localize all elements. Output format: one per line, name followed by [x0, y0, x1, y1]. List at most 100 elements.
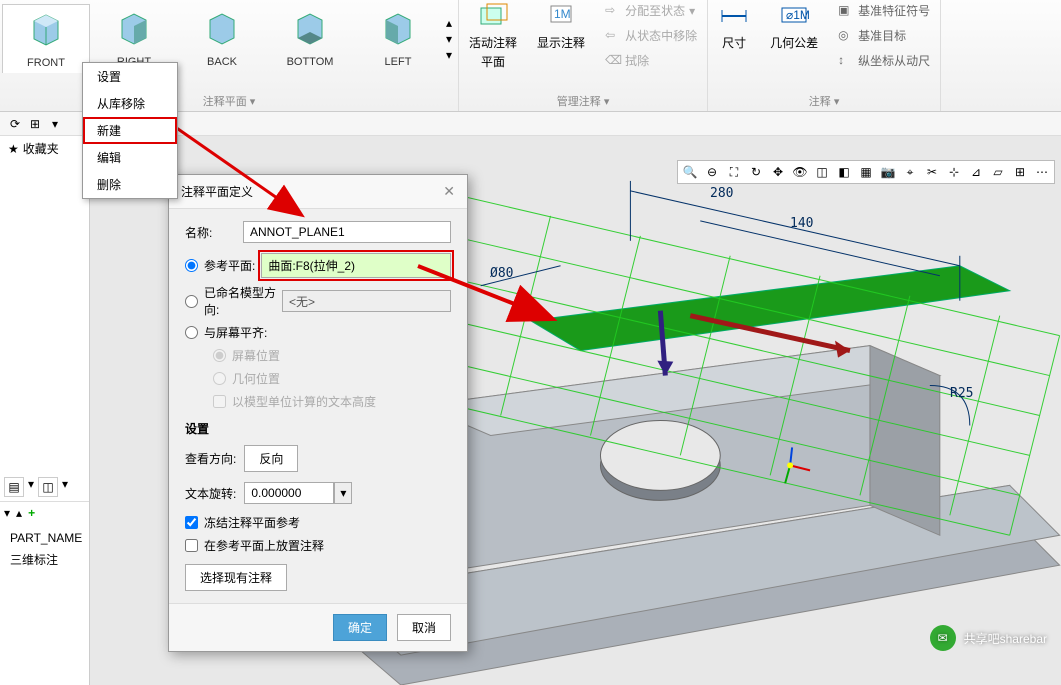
wechat-icon: ✉ — [930, 625, 956, 651]
part-node[interactable]: PART_NAME — [4, 528, 85, 548]
remove-icon: ⇦ — [605, 28, 621, 44]
annotation-arrow-2 — [410, 258, 570, 338]
grid-icon[interactable]: ⊞ — [1010, 163, 1030, 181]
select-existing-button[interactable]: 选择现有注释 — [185, 564, 287, 591]
place-on-check[interactable] — [185, 539, 198, 552]
view-label: BACK — [207, 56, 237, 68]
axis-icon[interactable]: ⊹ — [944, 163, 964, 181]
context-menu: 设置 从库移除 新建 编辑 删除 — [82, 62, 178, 199]
cube-left-icon — [378, 8, 418, 48]
view-bottom[interactable]: BOTTOM — [266, 4, 354, 73]
erase-icon: ⌫ — [605, 53, 621, 69]
cm-edit[interactable]: 编辑 — [83, 144, 177, 171]
csys-icon[interactable]: ⊿ — [966, 163, 986, 181]
chevron-down-icon[interactable]: ▾ — [62, 477, 68, 497]
screen-pos-radio — [213, 349, 226, 362]
pan-icon[interactable]: ✥ — [768, 163, 788, 181]
target-icon: ◎ — [838, 28, 854, 44]
dim-node[interactable]: 三维标注 — [4, 548, 85, 571]
dim-140[interactable]: 140 — [790, 216, 813, 231]
close-icon[interactable]: ✕ — [443, 183, 455, 200]
active-annot-plane[interactable]: 活动注释 平面 — [459, 0, 527, 93]
datum-target[interactable]: ◎基准目标 — [836, 25, 932, 46]
expand-icon[interactable]: ▾ — [446, 48, 452, 62]
text-rot-input[interactable] — [244, 482, 334, 504]
show-annot[interactable]: 1M 显示注释 — [527, 0, 595, 93]
cm-new[interactable]: 新建 — [83, 117, 177, 144]
zoom-out-icon[interactable]: ⊖ — [702, 163, 722, 181]
perspective-icon[interactable]: ◫ — [812, 163, 832, 181]
geotol-icon: ⌀1M — [778, 0, 810, 32]
expand-icon[interactable]: ▾ — [4, 506, 10, 520]
annotation-arrow-1 — [160, 114, 320, 234]
geo-pos-radio — [213, 372, 226, 385]
cube-bottom-icon — [290, 8, 330, 48]
datum-feature[interactable]: ▣基准特征符号 — [836, 0, 932, 21]
view-front[interactable]: FRONT — [2, 4, 90, 73]
model-tree-panel: ★收藏夹 ▤▾ ◫▾ ▾ ▴ + PART_NAME 三维标注 — [0, 136, 90, 685]
settings-section: 设置 — [185, 420, 451, 437]
cm-delete[interactable]: 删除 — [83, 171, 177, 198]
view-back[interactable]: BACK — [178, 4, 266, 73]
chevron-down-icon[interactable]: ▾ — [28, 477, 34, 497]
wireframe-icon[interactable]: ▦ — [856, 163, 876, 181]
named-dir-radio[interactable] — [185, 295, 198, 308]
watermark: ✉ 共享吧sharebar — [930, 625, 1047, 651]
screen-label: 与屏幕平齐: — [204, 324, 267, 341]
cube-right-icon — [114, 8, 154, 48]
spinner-btn[interactable]: ▾ — [334, 482, 352, 504]
view-left[interactable]: LEFT — [354, 4, 442, 73]
section-icon[interactable]: ✂ — [922, 163, 942, 181]
favorites-node[interactable]: ★收藏夹 — [0, 136, 89, 161]
shade-icon[interactable]: ◧ — [834, 163, 854, 181]
scroll-up-icon[interactable]: ▴ — [446, 16, 452, 30]
tab-1[interactable]: ▤ — [4, 477, 24, 497]
tree-icon[interactable]: ⊞ — [26, 115, 44, 133]
svg-text:⌀1M: ⌀1M — [786, 8, 810, 22]
dim-280[interactable]: 280 — [710, 186, 733, 201]
view-label: FRONT — [27, 57, 65, 69]
named-dir-label: 已命名模型方向: — [204, 284, 276, 318]
collapse-icon[interactable]: ▴ — [16, 506, 22, 520]
rotate-icon[interactable]: ↻ — [746, 163, 766, 181]
viewport-toolbar: 🔍 ⊖ ⛶ ↻ ✥ 👁 ◫ ◧ ▦ 📷 ⌖ ✂ ⊹ ⊿ ▱ ⊞ ⋯ — [677, 160, 1055, 184]
ref-plane-radio[interactable] — [185, 259, 198, 272]
dim-r25[interactable]: R25 — [950, 386, 973, 401]
add-icon[interactable]: + — [28, 506, 35, 520]
camera-icon[interactable]: 📷 — [878, 163, 898, 181]
zoom-in-icon[interactable]: 🔍 — [680, 163, 700, 181]
annotation-plane-dialog: 注释平面定义 ✕ 名称: 参考平面: 曲面:F8(拉伸_2) 已命名模型方向: … — [168, 174, 468, 652]
group-label-annot[interactable]: 注释 ▾ — [809, 93, 840, 109]
screen-radio[interactable] — [185, 326, 198, 339]
view-label: BOTTOM — [287, 56, 334, 68]
group-label-planes[interactable]: 注释平面 ▾ — [203, 93, 256, 109]
tab-2[interactable]: ◫ — [38, 477, 58, 497]
from-state[interactable]: ⇦从状态中移除 — [603, 25, 699, 46]
ordinate-icon: ↕ — [838, 53, 854, 69]
ordinate[interactable]: ↕纵坐标从动尺 — [836, 50, 932, 71]
cube-front-icon — [26, 9, 66, 49]
assign-state[interactable]: ⇨分配至状态▾ — [603, 0, 699, 21]
cube-back-icon — [202, 8, 242, 48]
cm-settings[interactable]: 设置 — [83, 63, 177, 90]
ok-button[interactable]: 确定 — [333, 614, 387, 641]
cancel-button[interactable]: 取消 — [397, 614, 451, 641]
chevron-down-icon[interactable]: ▾ — [46, 115, 64, 133]
zoom-fit-icon[interactable]: ⛶ — [724, 163, 744, 181]
cm-remove-lib[interactable]: 从库移除 — [83, 90, 177, 117]
svg-text:1M: 1M — [554, 7, 571, 21]
geo-tol[interactable]: ⌀1M 几何公差 — [760, 0, 828, 93]
view-label: LEFT — [385, 56, 412, 68]
plane-icon[interactable]: ▱ — [988, 163, 1008, 181]
freeze-check[interactable] — [185, 516, 198, 529]
flip-button[interactable]: 反向 — [244, 445, 298, 472]
refresh-icon[interactable]: ⟳ — [6, 115, 24, 133]
snap-icon[interactable]: ⌖ — [900, 163, 920, 181]
erase[interactable]: ⌫拭除 — [603, 50, 699, 71]
dim-icon — [718, 0, 750, 32]
view-icon[interactable]: 👁 — [790, 163, 810, 181]
group-label-manage[interactable]: 管理注释 ▾ — [557, 93, 610, 109]
dimension[interactable]: 尺寸 — [708, 0, 760, 93]
more-icon[interactable]: ⋯ — [1032, 163, 1052, 181]
scroll-down-icon[interactable]: ▾ — [446, 32, 452, 46]
